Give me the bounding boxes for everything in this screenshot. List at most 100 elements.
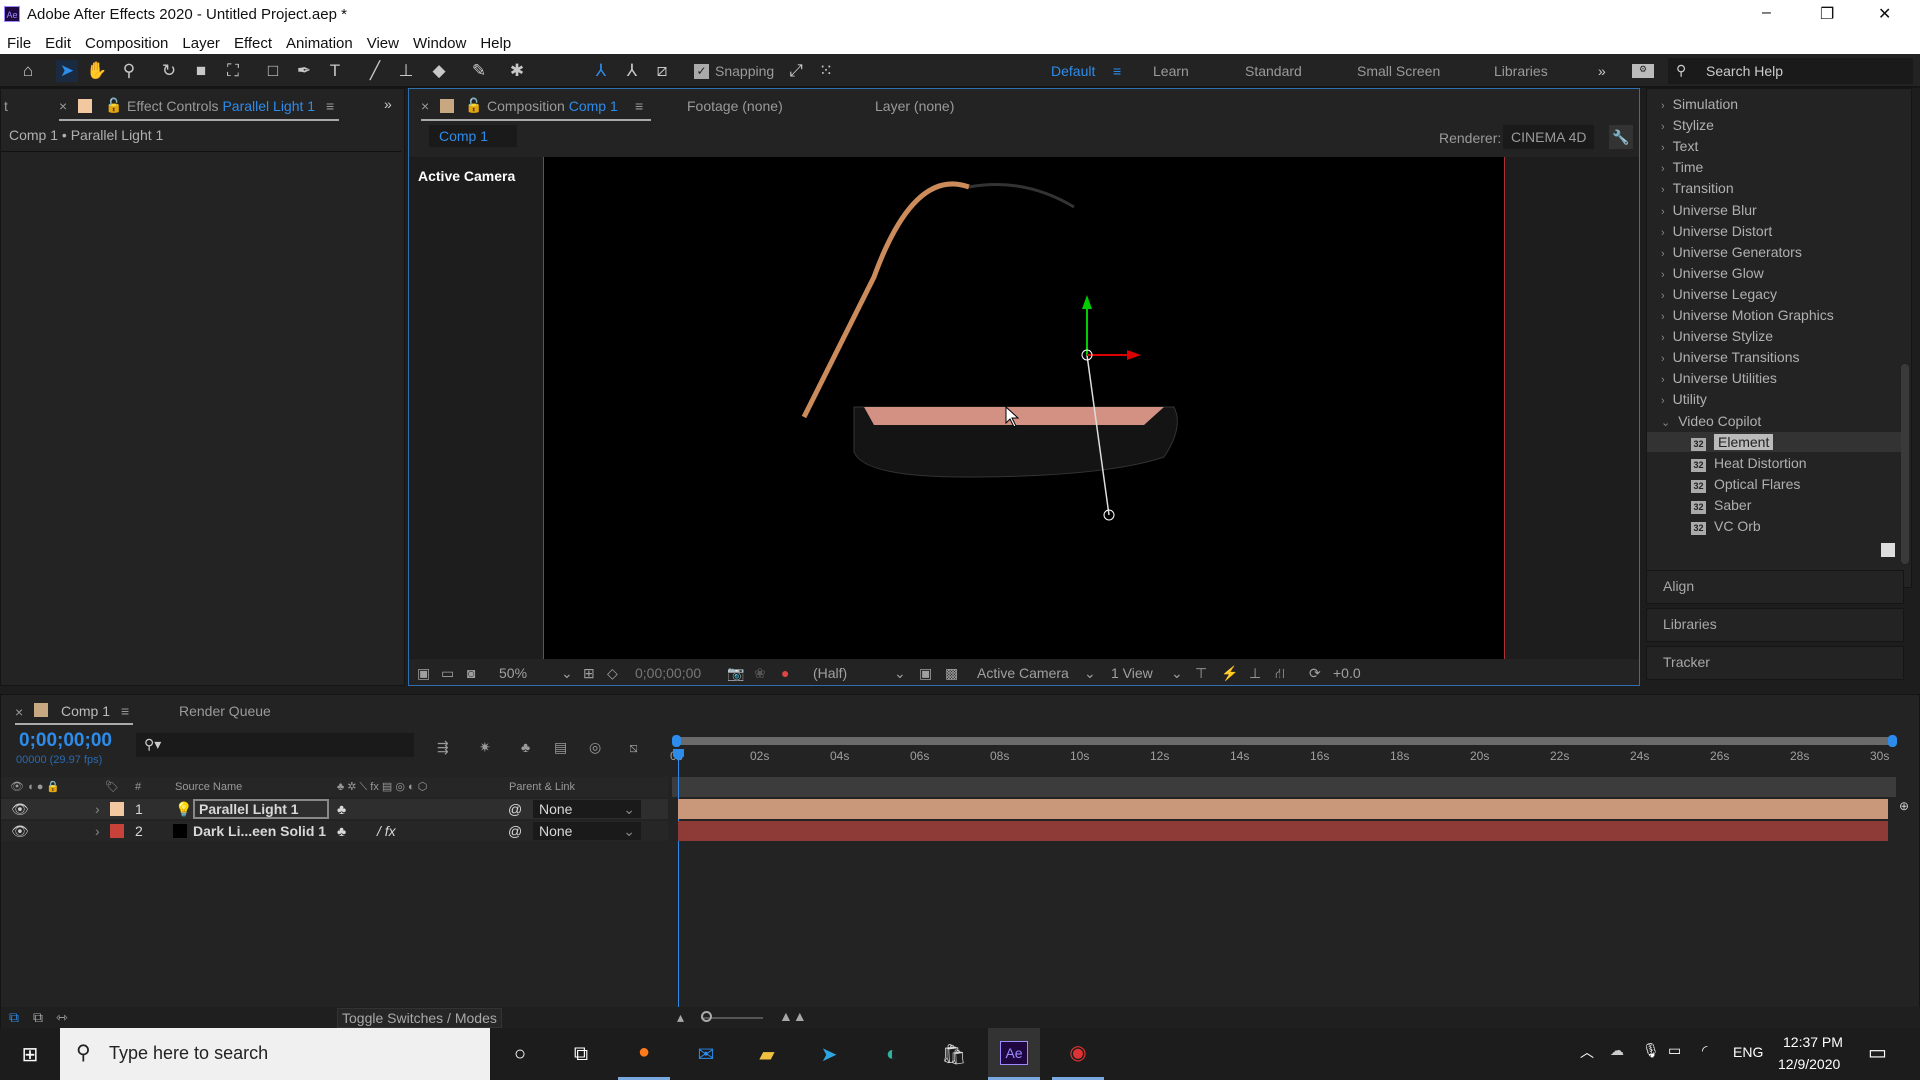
renderer-settings-wrench-icon[interactable]: 🔧: [1609, 125, 1633, 149]
snap-edges-icon[interactable]: ⤢: [785, 60, 807, 82]
chevron-down-icon[interactable]: ⌄: [894, 665, 906, 682]
zoom-in-icon[interactable]: ▲▲: [779, 1008, 807, 1024]
menu-animation[interactable]: Animation: [286, 35, 353, 52]
resolution-dropdown[interactable]: (Half): [813, 665, 847, 681]
time-ruler[interactable]: 0s02s04s06s08s10s12s14s16s18s20s22s24s26…: [670, 729, 1896, 769]
mask-visibility-icon[interactable]: ◇: [607, 665, 618, 682]
effect-category-time[interactable]: › Time: [1661, 157, 1703, 177]
comp-viewer[interactable]: Active Camera: [409, 157, 1639, 659]
graph-editor-icon[interactable]: ⧅: [629, 739, 638, 756]
frame-blending-icon[interactable]: ▤: [554, 739, 567, 756]
pan-behind-tool-icon[interactable]: ⛶: [222, 60, 244, 82]
chevron-down-icon[interactable]: ⌄: [561, 665, 573, 682]
layer-duration-bar[interactable]: [678, 799, 1888, 819]
layer-name[interactable]: Dark Li...een Solid 1: [193, 821, 326, 841]
effect-controls-tab[interactable]: Effect Controls Parallel Light 1: [127, 98, 315, 114]
minimize-button[interactable]: –: [1762, 4, 1771, 22]
effect-category-universe-glow[interactable]: › Universe Glow: [1661, 263, 1764, 283]
project-tab-stub[interactable]: t: [4, 98, 8, 114]
after-effects-taskbar-icon[interactable]: Ae: [988, 1028, 1040, 1080]
menu-edit[interactable]: Edit: [45, 35, 71, 52]
comp-mini-flowchart-icon[interactable]: ⇶: [437, 739, 449, 756]
world-axis-icon[interactable]: ⅄: [621, 60, 643, 82]
draft-3d-icon[interactable]: ✷: [479, 739, 491, 756]
workspace-menu-icon[interactable]: ≡: [1113, 63, 1121, 79]
show-hidden-icons-chevron[interactable]: ︿: [1580, 1042, 1594, 1062]
parent-dropdown[interactable]: None ⌄: [533, 800, 641, 818]
layer-row[interactable]: 👁 › 1 💡 Parallel Light 1 ♣ @ None ⌄: [1, 799, 668, 819]
menu-window[interactable]: Window: [413, 35, 466, 52]
current-time-field[interactable]: 0;00;00;00: [635, 665, 701, 681]
effect-switch-icon[interactable]: / fx: [377, 821, 396, 841]
mail-icon[interactable]: ✉: [680, 1028, 732, 1080]
layer-name[interactable]: Parallel Light 1: [193, 799, 329, 819]
snapshot-camera-icon[interactable]: 📷: [727, 665, 744, 682]
text-tool-icon[interactable]: T: [324, 60, 346, 82]
timeline-comp-tab[interactable]: Comp 1: [61, 703, 110, 719]
menu-view[interactable]: View: [367, 35, 399, 52]
comp-navigator-chip[interactable]: Comp 1: [429, 125, 517, 147]
firefox-icon[interactable]: ●: [618, 1028, 670, 1080]
expand-panels-icon[interactable]: »: [384, 96, 392, 112]
rotate-tool-icon[interactable]: ↻: [158, 60, 180, 82]
chevron-down-icon[interactable]: ⌄: [1171, 665, 1183, 682]
exposure-value[interactable]: +0.0: [1333, 665, 1361, 681]
toggle-switches-modes-button[interactable]: Toggle Switches / Modes: [337, 1008, 502, 1028]
menu-effect[interactable]: Effect: [234, 35, 272, 52]
telegram-icon[interactable]: ➤: [803, 1028, 855, 1080]
hand-tool-icon[interactable]: ✋: [86, 60, 108, 82]
effect-category-universe-stylize[interactable]: › Universe Stylize: [1661, 326, 1773, 346]
view-axis-icon[interactable]: ⧄: [651, 60, 673, 82]
windows-start-icon[interactable]: ⊞: [4, 1028, 56, 1080]
panel-menu-icon[interactable]: ≡: [121, 703, 129, 719]
label-color-swatch[interactable]: [110, 802, 124, 816]
effect-category-universe-transitions[interactable]: › Universe Transitions: [1661, 347, 1800, 367]
menu-help[interactable]: Help: [480, 35, 511, 52]
label-color-swatch[interactable]: [110, 824, 124, 838]
effect-category-stylize[interactable]: › Stylize: [1661, 115, 1714, 135]
effect-element[interactable]: 32 Element: [1691, 432, 1774, 452]
maximize-button[interactable]: ❐: [1820, 4, 1834, 24]
effect-saber[interactable]: 32 Saber: [1691, 495, 1751, 515]
edge-icon[interactable]: ◐: [866, 1028, 918, 1080]
reset-exposure-icon[interactable]: ⟳: [1309, 665, 1321, 682]
source-name-column-header[interactable]: Source Name: [175, 777, 242, 797]
visibility-eye-icon[interactable]: 👁: [11, 799, 29, 819]
comp-canvas[interactable]: [543, 157, 1505, 659]
mask-icon[interactable]: ◙: [467, 665, 475, 681]
battery-icon[interactable]: ▭: [1668, 1042, 1681, 1059]
effect-category-text[interactable]: › Text: [1661, 136, 1698, 156]
effect-category-simulation[interactable]: › Simulation: [1661, 94, 1738, 114]
current-time-display[interactable]: 0;00;00;00: [19, 730, 112, 752]
cortana-icon[interactable]: ○: [494, 1028, 546, 1080]
number-column-header[interactable]: #: [135, 777, 141, 797]
close-tab-icon[interactable]: ×: [59, 98, 67, 114]
always-preview-icon[interactable]: ▣: [417, 665, 430, 682]
align-panel[interactable]: Align: [1646, 570, 1904, 604]
workspace-default[interactable]: Default: [1051, 63, 1095, 79]
playhead[interactable]: [678, 751, 679, 1007]
snapping-checkbox[interactable]: ✓: [694, 64, 709, 79]
workspace-libraries[interactable]: Libraries: [1494, 63, 1548, 79]
action-center-icon[interactable]: ▭: [1868, 1040, 1887, 1065]
footage-tab[interactable]: Footage (none): [687, 98, 783, 114]
pen-tool-icon[interactable]: ✒: [293, 60, 315, 82]
snap-features-icon[interactable]: ⁙: [815, 60, 837, 82]
new-folder-icon[interactable]: [1881, 543, 1895, 557]
brush-tool-icon[interactable]: ╱: [364, 60, 386, 82]
comp-button-icon[interactable]: ⊕: [1899, 799, 1909, 813]
microphone-icon[interactable]: 🎙: [1642, 1042, 1660, 1059]
layer-duration-bar[interactable]: [678, 821, 1888, 841]
fast-previews-icon[interactable]: ⚡: [1221, 665, 1238, 682]
panel-menu-icon[interactable]: ≡: [326, 98, 334, 114]
selection-tool-icon[interactable]: ➤: [56, 60, 78, 82]
menu-layer[interactable]: Layer: [182, 35, 220, 52]
time-navigator[interactable]: [672, 777, 1896, 797]
composition-tab[interactable]: Composition Comp 1: [487, 98, 618, 114]
toggle-pixel-aspect-icon[interactable]: ⊤: [1195, 665, 1207, 682]
parent-dropdown[interactable]: None ⌄: [533, 822, 641, 840]
effect-category-universe-distort[interactable]: › Universe Distort: [1661, 221, 1772, 241]
zoom-slider-thumb[interactable]: [701, 1011, 712, 1022]
timeline-icon[interactable]: ⊥: [1249, 665, 1261, 682]
store-icon[interactable]: 🛍: [928, 1028, 980, 1080]
